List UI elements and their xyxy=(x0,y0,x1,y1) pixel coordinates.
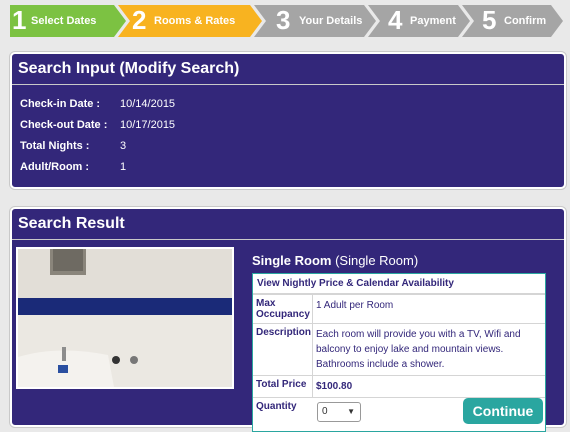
room-photo[interactable] xyxy=(16,247,234,389)
total-nights-label: Total Nights : xyxy=(20,140,90,152)
search-input-panel: Search Input (Modify Search) Check-in Da… xyxy=(10,52,566,189)
step-label: Your Details xyxy=(299,15,363,27)
max-occupancy-label: Max Occupancy xyxy=(253,295,313,323)
step-number: 3 xyxy=(276,5,291,35)
check-in-value: 10/14/2015 xyxy=(120,98,176,110)
step-confirm[interactable]: 5 Confirm xyxy=(462,5,563,37)
continue-button[interactable]: Continue xyxy=(463,398,543,424)
adult-room-label: Adult/Room : xyxy=(20,161,90,173)
quantity-row: Quantity 0 ▼ Continue xyxy=(253,397,545,431)
step-label: Select Dates xyxy=(31,15,97,27)
step-select-dates[interactable]: 1 Select Dates xyxy=(10,5,126,37)
chevron-down-icon: ▼ xyxy=(347,407,355,416)
room-type: (Single Room) xyxy=(335,253,419,268)
check-in-label: Check-in Date : xyxy=(20,98,101,110)
quantity-value: 0 xyxy=(322,406,328,417)
room-photo-image xyxy=(18,249,232,387)
step-rooms-rates[interactable]: 2 Rooms & Rates xyxy=(118,5,262,37)
search-result-panel: Search Result Single Room (Single Room) … xyxy=(10,207,566,432)
total-price-value: $100.80 xyxy=(316,381,353,392)
step-label: Confirm xyxy=(504,15,547,27)
max-occupancy-value: 1 Adult per Room xyxy=(316,300,394,311)
room-title: Single Room (Single Room) xyxy=(252,253,418,268)
room-info-table: View Nightly Price & Calendar Availabili… xyxy=(252,273,546,432)
total-price-label: Total Price xyxy=(253,376,313,397)
search-input-title: Search Input (Modify Search) xyxy=(12,54,564,85)
max-occupancy-row: Max Occupancy 1 Adult per Room xyxy=(253,294,545,323)
step-label: Payment xyxy=(410,15,456,27)
total-nights-value: 3 xyxy=(120,140,127,152)
step-number: 5 xyxy=(482,5,497,35)
quantity-select[interactable]: 0 ▼ xyxy=(317,402,361,422)
room-name: Single Room xyxy=(252,253,332,268)
check-out-label: Check-out Date : xyxy=(20,119,108,131)
step-payment[interactable]: 4 Payment xyxy=(368,5,470,37)
check-out-value: 10/17/2015 xyxy=(120,119,176,131)
step-number: 2 xyxy=(132,5,147,35)
step-number: 1 xyxy=(12,5,27,35)
total-price-row: Total Price $100.80 xyxy=(253,375,545,397)
description-row: Description Each room will provide you w… xyxy=(253,323,545,375)
search-result-title: Search Result xyxy=(12,209,564,240)
step-number: 4 xyxy=(388,5,403,35)
booking-steps: 1 Select Dates 2 Rooms & Rates 3 Your De… xyxy=(10,5,563,37)
step-your-details[interactable]: 3 Your Details xyxy=(254,5,376,37)
description-value: Each room will provide you with a TV, Wi… xyxy=(316,329,521,370)
step-label: Rooms & Rates xyxy=(154,15,236,27)
quantity-label: Quantity xyxy=(256,401,297,412)
description-label: Description xyxy=(253,324,313,375)
adult-room-value: 1 xyxy=(120,161,127,173)
view-price-calendar-link[interactable]: View Nightly Price & Calendar Availabili… xyxy=(253,274,545,294)
